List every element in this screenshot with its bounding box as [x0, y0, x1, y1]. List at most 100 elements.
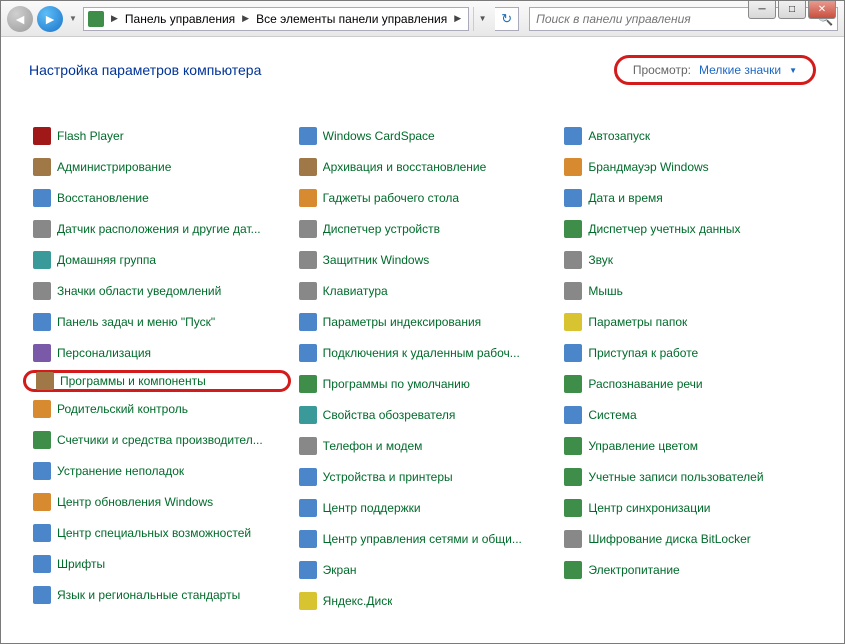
item-label: Центр обновления Windows	[57, 495, 213, 509]
item-icon	[299, 220, 317, 238]
control-panel-item[interactable]: Свойства обозревателя	[295, 404, 551, 426]
control-panel-item[interactable]: Клавиатура	[295, 280, 551, 302]
item-icon	[564, 189, 582, 207]
control-panel-item[interactable]: Автозапуск	[560, 125, 816, 147]
column-1: Flash Player Администрирование Восстановле…	[29, 125, 285, 612]
refresh-icon: ↻	[501, 11, 512, 27]
item-label: Приступая к работе	[588, 346, 698, 360]
control-panel-item[interactable]: Счетчики и средства производител...	[29, 429, 285, 451]
control-panel-item[interactable]: Брандмауэр Windows	[560, 156, 816, 178]
control-panel-item[interactable]: Устройства и принтеры	[295, 466, 551, 488]
nav-history-dropdown[interactable]: ▼	[67, 9, 79, 29]
control-panel-item[interactable]: Шрифты	[29, 553, 285, 575]
control-panel-item[interactable]: Язык и региональные стандарты	[29, 584, 285, 606]
breadcrumb-dropdown[interactable]: ▼	[473, 7, 491, 31]
control-panel-item[interactable]: Восстановление	[29, 187, 285, 209]
control-panel-item[interactable]: Центр синхронизации	[560, 497, 816, 519]
control-panel-item[interactable]: Диспетчер устройств	[295, 218, 551, 240]
view-value[interactable]: Мелкие значки	[699, 63, 781, 77]
control-panel-item[interactable]: Датчик расположения и другие дат...	[29, 218, 285, 240]
control-panel-item[interactable]: Управление цветом	[560, 435, 816, 457]
control-panel-item[interactable]: Параметры индексирования	[295, 311, 551, 333]
control-panel-item[interactable]: Электропитание	[560, 559, 816, 581]
item-label: Клавиатура	[323, 284, 388, 298]
item-label: Экран	[323, 563, 357, 577]
control-panel-item[interactable]: Звук	[560, 249, 816, 271]
control-panel-item[interactable]: Центр обновления Windows	[29, 491, 285, 513]
item-icon	[33, 189, 51, 207]
control-panel-item[interactable]: Телефон и модем	[295, 435, 551, 457]
item-icon	[299, 344, 317, 362]
item-icon	[33, 493, 51, 511]
item-icon	[33, 400, 51, 418]
control-panel-item[interactable]: Гаджеты рабочего стола	[295, 187, 551, 209]
control-panel-item[interactable]: Мышь	[560, 280, 816, 302]
item-label: Администрирование	[57, 160, 171, 174]
control-panel-item[interactable]: Экран	[295, 559, 551, 581]
control-panel-window: ─ □ ✕ ◄ ► ▼ ▶ Панель управления ▶ Все эл…	[0, 0, 845, 644]
control-panel-item[interactable]: Панель задач и меню "Пуск"	[29, 311, 285, 333]
control-panel-item[interactable]: Устранение неполадок	[29, 460, 285, 482]
control-panel-item[interactable]: Программы и компоненты	[23, 370, 291, 392]
control-panel-item[interactable]: Защитник Windows	[295, 249, 551, 271]
breadcrumb-segment[interactable]: Панель управления	[123, 12, 237, 26]
item-icon	[299, 561, 317, 579]
item-icon	[564, 282, 582, 300]
item-icon	[33, 524, 51, 542]
item-label: Архивация и восстановление	[323, 160, 487, 174]
breadcrumb[interactable]: ▶ Панель управления ▶ Все элементы панел…	[83, 7, 469, 31]
item-label: Персонализация	[57, 346, 151, 360]
item-icon	[299, 127, 317, 145]
item-label: Яндекс.Диск	[323, 594, 393, 608]
item-icon	[299, 437, 317, 455]
item-icon	[33, 555, 51, 573]
control-panel-item[interactable]: Центр поддержки	[295, 497, 551, 519]
control-panel-item[interactable]: Шифрование диска BitLocker	[560, 528, 816, 550]
control-panel-item[interactable]: Диспетчер учетных данных	[560, 218, 816, 240]
refresh-button[interactable]: ↻	[495, 7, 519, 31]
item-label: Датчик расположения и другие дат...	[57, 222, 261, 236]
minimize-button[interactable]: ─	[748, 1, 776, 19]
control-panel-item[interactable]: Дата и время	[560, 187, 816, 209]
control-panel-item[interactable]: Домашняя группа	[29, 249, 285, 271]
control-panel-item[interactable]: Центр специальных возможностей	[29, 522, 285, 544]
forward-button[interactable]: ►	[37, 6, 63, 32]
control-panel-item[interactable]: Учетные записи пользователей	[560, 466, 816, 488]
control-panel-item[interactable]: Параметры папок	[560, 311, 816, 333]
control-panel-item[interactable]: Персонализация	[29, 342, 285, 364]
item-icon	[299, 189, 317, 207]
control-panel-item[interactable]: Яндекс.Диск	[295, 590, 551, 612]
control-panel-item[interactable]: Распознавание речи	[560, 373, 816, 395]
item-label: Родительский контроль	[57, 402, 188, 416]
control-panel-item[interactable]: Значки области уведомлений	[29, 280, 285, 302]
control-panel-item[interactable]: Центр управления сетями и общи...	[295, 528, 551, 550]
chevron-down-icon: ▼	[789, 66, 797, 75]
view-label: Просмотр:	[633, 63, 691, 77]
item-icon	[564, 220, 582, 238]
item-label: Подключения к удаленным рабоч...	[323, 346, 520, 360]
view-selector[interactable]: Просмотр: Мелкие значки ▼	[614, 55, 816, 85]
item-icon	[564, 158, 582, 176]
item-label: Телефон и модем	[323, 439, 423, 453]
control-panel-item[interactable]: Приступая к работе	[560, 342, 816, 364]
control-panel-item[interactable]: Windows CardSpace	[295, 125, 551, 147]
control-panel-item[interactable]: Flash Player	[29, 125, 285, 147]
item-label: Центр синхронизации	[588, 501, 710, 515]
control-panel-item[interactable]: Родительский контроль	[29, 398, 285, 420]
close-button[interactable]: ✕	[808, 1, 836, 19]
item-label: Шифрование диска BitLocker	[588, 532, 750, 546]
item-label: Восстановление	[57, 191, 149, 205]
back-button[interactable]: ◄	[7, 6, 33, 32]
maximize-button[interactable]: □	[778, 1, 806, 19]
item-icon	[33, 344, 51, 362]
control-panel-item[interactable]: Подключения к удаленным рабоч...	[295, 342, 551, 364]
item-label: Счетчики и средства производител...	[57, 433, 263, 447]
control-panel-item[interactable]: Система	[560, 404, 816, 426]
control-panel-item[interactable]: Программы по умолчанию	[295, 373, 551, 395]
control-panel-item[interactable]: Архивация и восстановление	[295, 156, 551, 178]
column-2: Windows CardSpace Архивация и восстановле…	[295, 125, 551, 612]
control-panel-item[interactable]: Администрирование	[29, 156, 285, 178]
items-grid: Flash Player Администрирование Восстановле…	[29, 125, 816, 612]
item-icon	[299, 313, 317, 331]
breadcrumb-segment[interactable]: Все элементы панели управления	[254, 12, 449, 26]
